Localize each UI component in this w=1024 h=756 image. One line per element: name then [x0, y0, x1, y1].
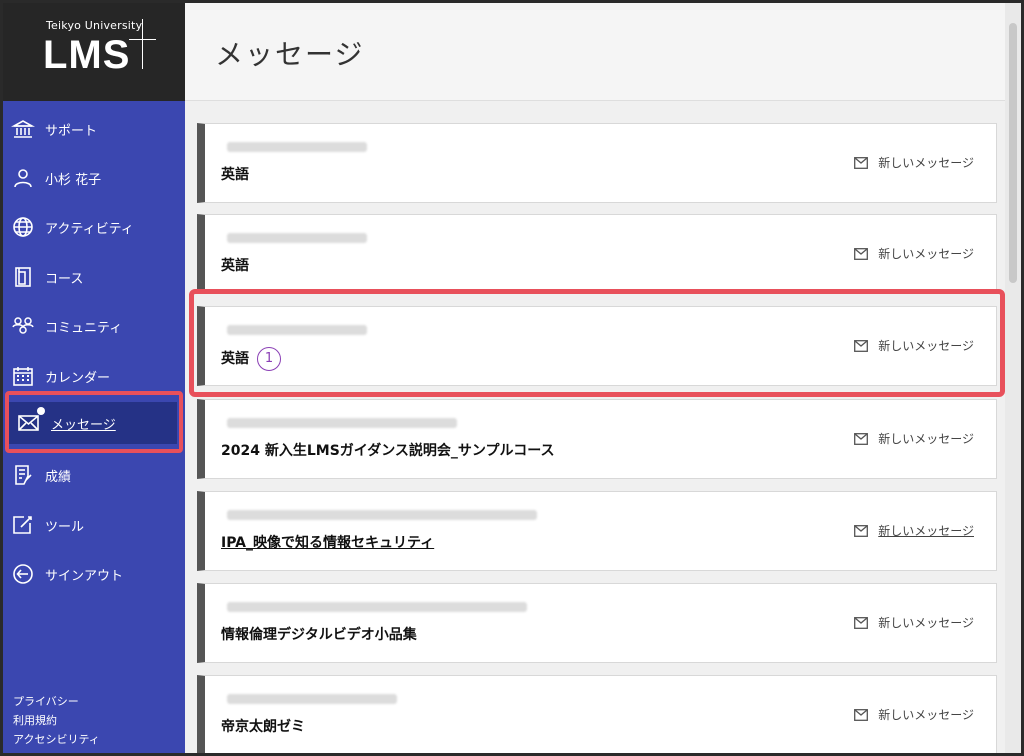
- sidebar-item-label: コース: [45, 271, 84, 287]
- course-title: 英語: [221, 258, 249, 274]
- mail-icon: [854, 339, 869, 352]
- scroll-thumb[interactable]: [1009, 23, 1017, 283]
- course-title[interactable]: IPA_映像で知る情報セキュリティ: [221, 532, 434, 552]
- signout-icon: [11, 562, 35, 586]
- page-header: メッセージ: [185, 3, 1021, 101]
- page-title: メッセージ: [215, 38, 365, 71]
- course-title: 帝京太朗ゼミ: [221, 719, 305, 735]
- new-message-label: 新しいメッセージ: [878, 432, 974, 446]
- grades-icon: [11, 463, 35, 487]
- new-message-label: 新しいメッセージ: [878, 708, 974, 722]
- course-title: 英語: [221, 167, 249, 183]
- course-title: 英語 1: [221, 347, 281, 371]
- message-card[interactable]: IPA_映像で知る情報セキュリティ 新しいメッセージ: [197, 491, 997, 571]
- sidebar-item-community[interactable]: コミュニティ: [3, 304, 185, 348]
- blurred-metadata: [227, 602, 527, 612]
- terms-link[interactable]: 利用規約: [13, 712, 57, 728]
- logo-lms-text: LMS: [43, 33, 131, 77]
- logo-cross-vertical: [142, 19, 143, 69]
- message-card[interactable]: 帝京太朗ゼミ 新しいメッセージ: [197, 675, 997, 753]
- course-title-text: 英語: [221, 351, 249, 367]
- new-message-button[interactable]: 新しいメッセージ: [854, 245, 974, 262]
- blurred-metadata: [227, 694, 397, 704]
- sidebar-item-messages[interactable]: メッセージ: [9, 402, 177, 444]
- new-message-button[interactable]: 新しいメッセージ: [854, 430, 974, 447]
- sidebar-item-label: サポート: [45, 123, 98, 139]
- message-card[interactable]: 情報倫理デジタルビデオ小品集 新しいメッセージ: [197, 583, 997, 663]
- sidebar-item-calendar[interactable]: カレンダー: [3, 354, 185, 398]
- user-icon: [11, 166, 35, 190]
- mail-icon: [854, 524, 869, 537]
- new-message-label: 新しいメッセージ: [878, 524, 974, 538]
- sidebar-item-tools[interactable]: ツール: [3, 503, 185, 547]
- blurred-metadata: [227, 510, 537, 520]
- sidebar-item-signout[interactable]: サインアウト: [3, 552, 185, 596]
- new-message-button[interactable]: 新しいメッセージ: [854, 522, 974, 539]
- logo-university-text: Teikyo University: [46, 19, 143, 32]
- scrollbar[interactable]: [1005, 3, 1021, 753]
- message-card[interactable]: 2024 新入生LMSガイダンス説明会_サンプルコース 新しいメッセージ: [197, 399, 997, 479]
- app-window: Teikyo University LMS サポート 小杉 花子 アクティビティ: [3, 3, 1021, 753]
- sidebar-item-courses[interactable]: コース: [3, 255, 185, 299]
- blurred-metadata: [227, 142, 367, 152]
- new-message-label: 新しいメッセージ: [878, 156, 974, 170]
- bank-icon: [11, 117, 35, 141]
- sidebar-item-label: サインアウト: [45, 568, 124, 584]
- mail-icon: [854, 156, 869, 169]
- blurred-metadata: [227, 233, 367, 243]
- course-title: 2024 新入生LMSガイダンス説明会_サンプルコース: [221, 443, 555, 459]
- new-message-label: 新しいメッセージ: [878, 616, 974, 630]
- sidebar-item-support[interactable]: サポート: [3, 107, 185, 151]
- sidebar: Teikyo University LMS サポート 小杉 花子 アクティビティ: [3, 3, 185, 753]
- sidebar-item-profile[interactable]: 小杉 花子: [3, 156, 185, 200]
- message-card[interactable]: 英語 新しいメッセージ: [197, 214, 997, 294]
- new-message-button[interactable]: 新しいメッセージ: [854, 706, 974, 723]
- book-icon: [11, 265, 35, 289]
- tools-icon: [11, 513, 35, 537]
- new-message-button[interactable]: 新しいメッセージ: [854, 337, 974, 354]
- new-message-button[interactable]: 新しいメッセージ: [854, 614, 974, 631]
- sidebar-item-label: メッセージ: [51, 417, 116, 433]
- mail-icon: [854, 247, 869, 260]
- sidebar-item-grades[interactable]: 成績: [3, 453, 185, 497]
- message-card[interactable]: 英語 1 新しいメッセージ: [197, 306, 997, 386]
- calendar-icon: [11, 364, 35, 388]
- mail-icon: [854, 708, 869, 721]
- privacy-link[interactable]: プライバシー: [13, 693, 79, 709]
- globe-icon: [11, 215, 35, 239]
- sidebar-item-label: カレンダー: [45, 370, 111, 386]
- sidebar-item-label: ツール: [45, 519, 85, 535]
- community-icon: [11, 314, 35, 338]
- sidebar-item-label: アクティビティ: [45, 221, 134, 237]
- sidebar-item-label: コミュニティ: [45, 320, 123, 336]
- sidebar-item-label: 成績: [45, 469, 72, 485]
- unread-count-badge: 1: [257, 347, 281, 371]
- new-message-label: 新しいメッセージ: [878, 247, 974, 261]
- new-message-button[interactable]: 新しいメッセージ: [854, 154, 974, 171]
- logo[interactable]: Teikyo University LMS: [3, 3, 185, 101]
- notification-dot: [37, 407, 45, 415]
- message-list: 英語 新しいメッセージ 英語 新しいメッセージ 英語 1 新しいメッセージ 20…: [185, 101, 1005, 753]
- course-title: 情報倫理デジタルビデオ小品集: [221, 627, 417, 643]
- blurred-metadata: [227, 325, 367, 335]
- mail-icon: [17, 407, 45, 435]
- mail-icon: [854, 432, 869, 445]
- logo-cross-horizontal: [129, 39, 156, 40]
- message-card[interactable]: 英語 新しいメッセージ: [197, 123, 997, 203]
- blurred-metadata: [227, 418, 457, 428]
- accessibility-link[interactable]: アクセシビリティ: [13, 731, 100, 747]
- sidebar-item-label: 小杉 花子: [45, 172, 102, 188]
- sidebar-item-activity[interactable]: アクティビティ: [3, 205, 185, 249]
- new-message-label: 新しいメッセージ: [878, 339, 974, 353]
- mail-icon: [854, 616, 869, 629]
